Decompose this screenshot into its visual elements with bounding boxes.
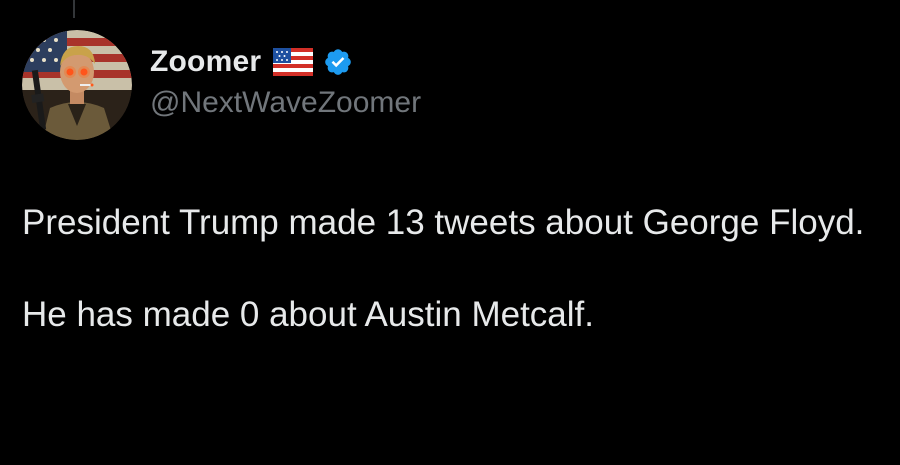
tweet-body: President Trump made 13 tweets about Geo…: [22, 200, 882, 338]
display-name-row: Zoomer: [150, 44, 421, 80]
display-name[interactable]: Zoomer: [150, 45, 261, 79]
thread-connector-line: [73, 0, 75, 18]
tweet-header: Zoomer @NextWaveZoomer: [22, 30, 421, 140]
us-flag-icon: [273, 48, 314, 76]
tweet-paragraph: He has made 0 about Austin Metcalf.: [22, 295, 594, 334]
avatar-image: [22, 30, 132, 140]
author-handle[interactable]: @NextWaveZoomer: [150, 86, 421, 120]
tweet-paragraph: President Trump made 13 tweets about Geo…: [22, 203, 865, 242]
avatar[interactable]: [22, 30, 132, 140]
author-names: Zoomer @NextWaveZoomer: [150, 44, 421, 120]
verified-badge-icon[interactable]: [323, 47, 353, 77]
